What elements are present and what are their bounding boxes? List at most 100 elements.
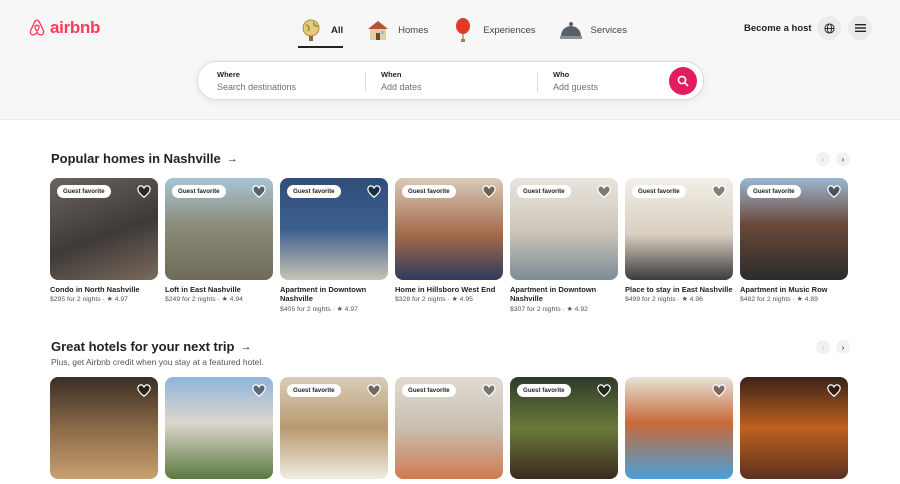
- listing-photo[interactable]: Guest favorite: [740, 178, 848, 280]
- listing-card[interactable]: [50, 377, 158, 479]
- section-popular-homes-title[interactable]: Popular homes in Nashville →: [51, 151, 238, 166]
- who-placeholder: Add guests: [553, 82, 599, 92]
- tab-experiences[interactable]: Experiences: [450, 14, 536, 46]
- heart-icon[interactable]: [827, 185, 841, 199]
- heart-icon[interactable]: [137, 185, 151, 199]
- listing-photo[interactable]: Guest favorite: [510, 178, 618, 280]
- balloon-icon: [450, 17, 476, 43]
- heart-icon[interactable]: [597, 185, 611, 199]
- tab-homes-label: Homes: [398, 24, 429, 36]
- next-arrow-button[interactable]: ›: [836, 340, 850, 354]
- heart-icon[interactable]: [597, 384, 611, 398]
- tab-all[interactable]: All: [298, 14, 344, 48]
- listing-photo[interactable]: Guest favorite: [510, 377, 618, 479]
- tab-homes[interactable]: Homes: [365, 14, 428, 46]
- who-label: Who: [553, 70, 570, 79]
- listing-photo[interactable]: Guest favorite: [280, 178, 388, 280]
- guest-favorite-badge: Guest favorite: [57, 185, 111, 198]
- section-hotels-subtitle: Plus, get Airbnb credit when you stay at…: [51, 357, 264, 367]
- listing-card[interactable]: Guest favorite Loft in East Nashville $249…: [165, 178, 273, 313]
- guest-favorite-badge: Guest favorite: [747, 185, 801, 198]
- listing-card[interactable]: Guest favorite Apartment in Downtown Nash…: [280, 178, 388, 313]
- search-button[interactable]: [669, 67, 697, 95]
- heart-icon[interactable]: [367, 185, 381, 199]
- listing-card[interactable]: [740, 377, 848, 479]
- language-button[interactable]: [817, 16, 841, 40]
- airbnb-logo[interactable]: airbnb: [28, 18, 100, 38]
- listing-photo[interactable]: [165, 377, 273, 479]
- heart-icon[interactable]: [827, 384, 841, 398]
- listing-photo[interactable]: Guest favorite: [50, 178, 158, 280]
- listing-price-rating: $249 for 2 nights · ★ 4.94: [165, 296, 243, 304]
- heart-icon[interactable]: [252, 384, 266, 398]
- when-field[interactable]: When Add dates: [381, 70, 422, 92]
- category-tabs: All Homes Experiences Services: [298, 14, 627, 48]
- listing-price-rating: $295 for 2 nights · ★ 4.97: [50, 296, 128, 304]
- brand-name: airbnb: [50, 18, 101, 37]
- section-popular-homes-label: Popular homes in Nashville: [51, 151, 221, 166]
- guest-favorite-badge: Guest favorite: [632, 185, 686, 198]
- listing-card[interactable]: Guest favorite Place to stay in East Nash…: [625, 178, 733, 313]
- listing-photo[interactable]: Guest favorite: [625, 178, 733, 280]
- who-field[interactable]: Who Add guests: [553, 70, 598, 92]
- guest-favorite-badge: Guest favorite: [402, 384, 456, 397]
- globe-outline-icon: [823, 22, 835, 34]
- section-hotels-nav: ‹ ›: [816, 340, 850, 354]
- search-bar: Where Search destinations When Add dates…: [197, 61, 704, 100]
- listing-card[interactable]: [625, 377, 733, 479]
- heart-icon[interactable]: [712, 185, 726, 199]
- airbnb-logo-icon: [29, 19, 45, 36]
- guest-favorite-badge: Guest favorite: [287, 185, 341, 198]
- listing-title: Loft in East Nashville: [165, 285, 241, 294]
- prev-arrow-button[interactable]: ‹: [816, 152, 830, 166]
- hamburger-menu-icon: [854, 24, 866, 32]
- heart-icon[interactable]: [482, 384, 496, 398]
- listing-price-rating: $405 for 2 nights · ★ 4.97: [280, 305, 358, 313]
- listing-title: Place to stay in East Nashville: [625, 285, 733, 294]
- guest-favorite-badge: Guest favorite: [517, 384, 571, 397]
- tab-services[interactable]: Services: [558, 14, 627, 46]
- listing-price-rating: $328 for 2 nights · ★ 4.95: [395, 296, 473, 304]
- bell-icon: [558, 17, 584, 43]
- listing-card[interactable]: Guest favorite: [280, 377, 388, 479]
- listing-card[interactable]: Guest favorite: [395, 377, 503, 479]
- when-label: When: [381, 70, 402, 79]
- popular-homes-row: Guest favorite Condo in North Nashville $2…: [50, 178, 848, 313]
- listing-photo[interactable]: Guest favorite: [165, 178, 273, 280]
- listing-photo[interactable]: [50, 377, 158, 479]
- listing-card[interactable]: Guest favorite Apartment in Music Row $482…: [740, 178, 848, 313]
- listing-card[interactable]: Guest favorite: [510, 377, 618, 479]
- listing-photo[interactable]: Guest favorite: [280, 377, 388, 479]
- listing-card[interactable]: Guest favorite Home in Hillsboro West End…: [395, 178, 503, 313]
- prev-arrow-button[interactable]: ‹: [816, 340, 830, 354]
- listing-photo[interactable]: Guest favorite: [395, 377, 503, 479]
- become-host-link[interactable]: Become a host: [744, 23, 812, 34]
- listing-photo[interactable]: [625, 377, 733, 479]
- tab-all-label: All: [331, 24, 344, 36]
- listing-price-rating: $499 for 2 nights · ★ 4.96: [625, 296, 703, 304]
- listing-card[interactable]: [165, 377, 273, 479]
- heart-icon[interactable]: [252, 185, 266, 199]
- heart-icon[interactable]: [482, 185, 496, 199]
- listing-price-rating: $482 for 2 nights · ★ 4.89: [740, 296, 818, 304]
- listing-photo[interactable]: [740, 377, 848, 479]
- where-label: Where: [217, 70, 240, 79]
- listing-price-rating: $307 for 2 nights · ★ 4.92: [510, 305, 588, 313]
- listing-card[interactable]: Guest favorite Apartment in Downtown Nash…: [510, 178, 618, 313]
- heart-icon[interactable]: [712, 384, 726, 398]
- listing-card[interactable]: Guest favorite Condo in North Nashville $2…: [50, 178, 158, 313]
- next-arrow-button[interactable]: ›: [836, 152, 850, 166]
- guest-favorite-badge: Guest favorite: [172, 185, 226, 198]
- search-icon: [677, 75, 689, 87]
- listing-photo[interactable]: Guest favorite: [395, 178, 503, 280]
- tab-experiences-label: Experiences: [483, 24, 536, 36]
- guest-favorite-badge: Guest favorite: [517, 185, 571, 198]
- heart-icon[interactable]: [137, 384, 151, 398]
- section-popular-homes-nav: ‹ ›: [816, 152, 850, 166]
- arrow-right-icon: →: [226, 152, 238, 165]
- heart-icon[interactable]: [367, 384, 381, 398]
- section-hotels-title[interactable]: Great hotels for your next trip →: [51, 339, 251, 354]
- menu-button[interactable]: [848, 16, 872, 40]
- guest-favorite-badge: Guest favorite: [287, 384, 341, 397]
- where-field[interactable]: Where Search destinations: [217, 70, 296, 92]
